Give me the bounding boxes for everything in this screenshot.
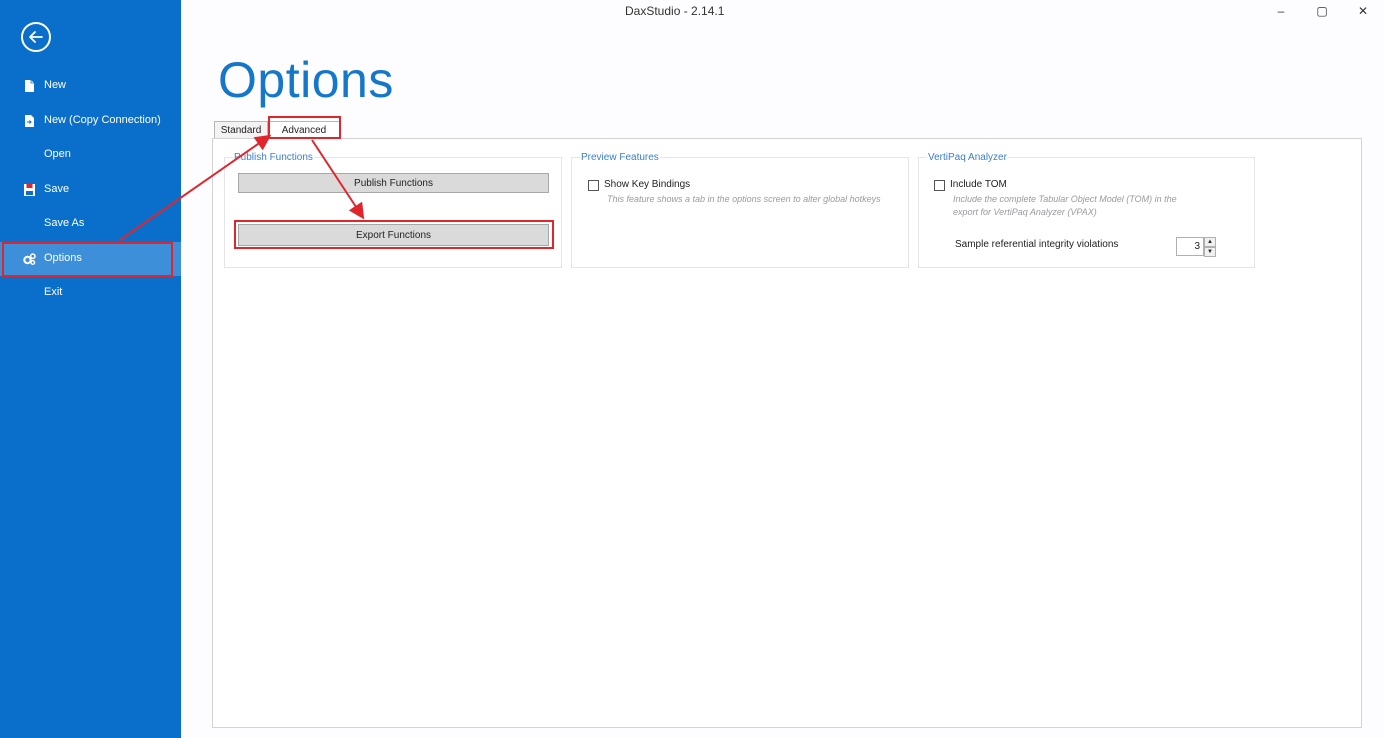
show-key-bindings-checkbox[interactable] [588, 180, 599, 191]
maximize-icon: ▢ [1316, 4, 1328, 18]
sidebar-item-options[interactable]: Options [0, 242, 181, 276]
back-button[interactable] [21, 22, 51, 52]
minimize-icon: – [1277, 4, 1285, 18]
chevron-up-icon: ▲ [1207, 239, 1213, 245]
sample-violations-label: Sample referential integrity violations [955, 239, 1119, 250]
tab-standard[interactable]: Standard [214, 121, 268, 139]
include-tom-description: Include the complete Tabular Object Mode… [953, 194, 1177, 217]
window-title: DaxStudio - 2.14.1 [625, 4, 725, 18]
sidebar-item-save[interactable]: Save [0, 173, 181, 207]
group-title: VertiPaq Analyzer [927, 152, 1008, 163]
sidebar-item-open[interactable]: Open [0, 138, 181, 172]
arrow-left-icon [29, 31, 43, 43]
checkbox-label: Show Key Bindings [604, 179, 691, 190]
chevron-down-icon: ▼ [1207, 249, 1213, 255]
sidebar-item-label: New (Copy Connection) [44, 114, 161, 126]
export-functions-button[interactable]: Export Functions [238, 224, 549, 246]
checkbox-label: Include TOM [950, 179, 1007, 190]
document-arrow-icon [25, 115, 34, 127]
group-title: Publish Functions [233, 152, 314, 163]
sidebar-item-save-as[interactable]: Save As [0, 207, 181, 241]
sidebar-item-label: New [44, 79, 67, 91]
spinner-up-button[interactable]: ▲ [1204, 237, 1216, 247]
preview-features-group: Preview Features [571, 152, 909, 268]
include-tom-checkbox[interactable] [934, 180, 945, 191]
close-button[interactable]: ✕ [1353, 3, 1373, 19]
sample-violations-input[interactable]: 3 [1176, 237, 1204, 256]
spinner-down-button[interactable]: ▼ [1204, 247, 1216, 257]
page-title: Options [218, 52, 394, 108]
publish-functions-button[interactable]: Publish Functions [238, 173, 549, 193]
tab-advanced[interactable]: Advanced [268, 121, 340, 139]
document-icon [25, 80, 34, 92]
minimize-button[interactable]: – [1271, 3, 1291, 19]
tab-label: Advanced [281, 125, 327, 136]
group-title: Preview Features [580, 152, 660, 163]
sidebar-item-label: Exit [44, 286, 63, 298]
floppy-disk-icon [24, 184, 35, 196]
sidebar-item-label: Save [44, 183, 70, 195]
button-label: Publish Functions [354, 177, 433, 189]
sidebar-item-label: Options [44, 252, 82, 264]
button-label: Export Functions [355, 229, 432, 241]
show-key-bindings-description: This feature shows a tab in the options … [607, 194, 881, 204]
sidebar-item-exit[interactable]: Exit [0, 276, 181, 310]
backstage-sidebar: New New (Copy Connection) Open Save Save… [0, 0, 181, 738]
close-icon: ✕ [1357, 4, 1369, 18]
maximize-button[interactable]: ▢ [1312, 3, 1332, 19]
sidebar-item-new-copy-connection[interactable]: New (Copy Connection) [0, 104, 181, 138]
tab-label: Standard [220, 125, 262, 136]
sidebar-item-new[interactable]: New [0, 69, 181, 103]
gears-icon [23, 253, 36, 265]
sidebar-item-label: Open [44, 148, 71, 160]
sidebar-item-label: Save As [44, 217, 85, 229]
